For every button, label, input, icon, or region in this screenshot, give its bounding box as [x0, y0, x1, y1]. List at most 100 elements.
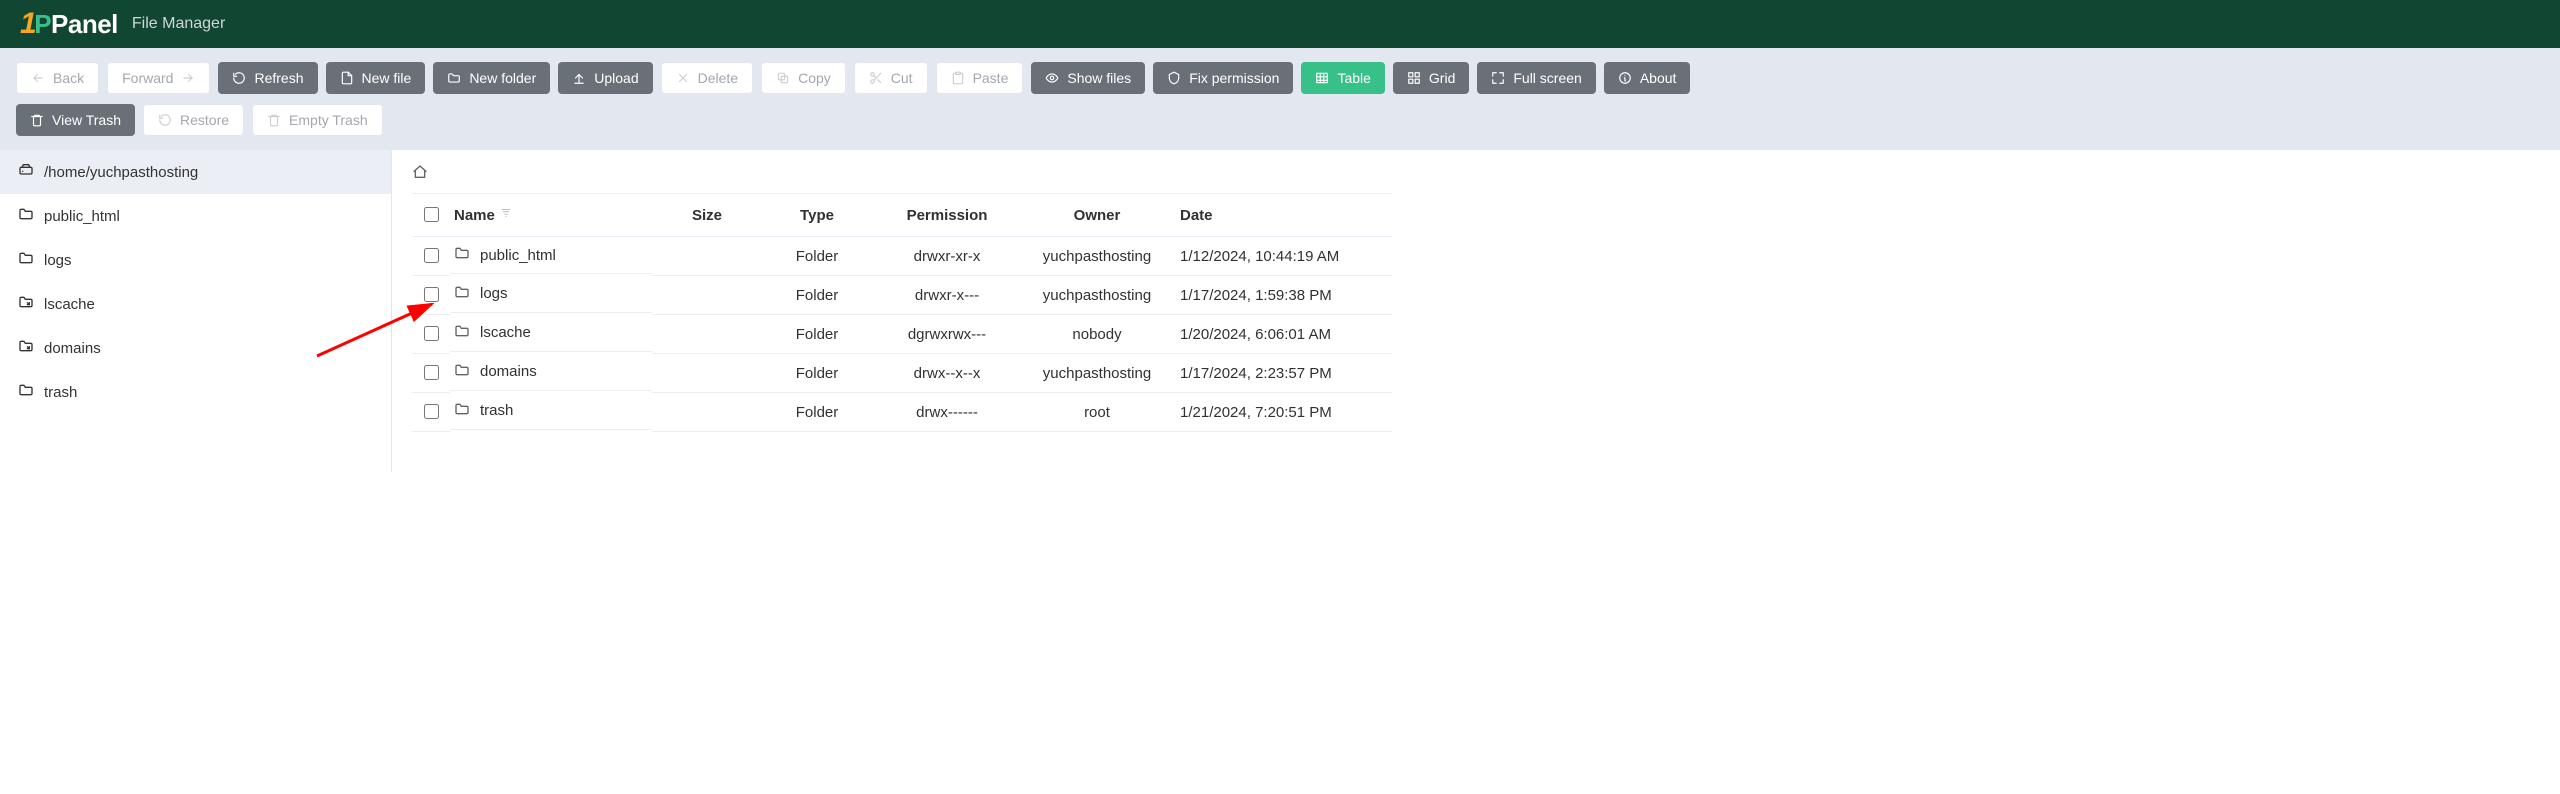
- col-name[interactable]: Name: [454, 207, 495, 224]
- delete-button[interactable]: Delete: [661, 62, 753, 94]
- col-date[interactable]: Date: [1180, 207, 1213, 224]
- breadcrumb[interactable]: [412, 150, 1392, 193]
- forward-label: Forward: [122, 70, 173, 86]
- new-folder-button[interactable]: New folder: [433, 62, 550, 94]
- col-size[interactable]: Size: [692, 207, 722, 224]
- delete-label: Delete: [698, 70, 738, 86]
- trash-icon: [267, 113, 281, 127]
- history-icon: [158, 113, 172, 127]
- shield-icon: [1167, 71, 1181, 85]
- paste-button[interactable]: Paste: [936, 62, 1024, 94]
- arrow-right-icon: [181, 71, 195, 85]
- folder-icon: [454, 362, 470, 382]
- scissors-icon: [869, 71, 883, 85]
- tree-item-domains[interactable]: domains: [0, 326, 391, 370]
- sort-icon[interactable]: [499, 207, 513, 224]
- clipboard-icon: [951, 71, 965, 85]
- empty-trash-label: Empty Trash: [289, 112, 368, 128]
- row-owner: yuchpasthosting: [1022, 237, 1172, 276]
- row-date: 1/20/2024, 6:06:01 AM: [1172, 315, 1392, 354]
- row-permission: dgrwxrwx---: [872, 315, 1022, 354]
- tree-item-public-html[interactable]: public_html: [0, 194, 391, 238]
- grid-view-label: Grid: [1429, 70, 1455, 86]
- row-date: 1/17/2024, 2:23:57 PM: [1172, 354, 1392, 393]
- row-name: lscache: [480, 324, 531, 341]
- folder-arrow-icon: [18, 338, 34, 358]
- row-name: public_html: [480, 247, 556, 264]
- copy-button[interactable]: Copy: [761, 62, 846, 94]
- file-table: Name Size Type Permission Owner Date pub…: [412, 193, 1392, 432]
- tree-root[interactable]: /home/yuchpasthosting: [0, 150, 391, 194]
- home-icon: [412, 167, 428, 183]
- table-icon: [1315, 71, 1329, 85]
- row-checkbox[interactable]: [424, 404, 439, 419]
- cut-button[interactable]: Cut: [854, 62, 928, 94]
- folder-icon: [454, 284, 470, 304]
- row-name: trash: [480, 402, 513, 419]
- row-checkbox[interactable]: [424, 326, 439, 341]
- back-button[interactable]: Back: [16, 62, 99, 94]
- row-name: logs: [480, 285, 508, 302]
- folder-icon: [454, 401, 470, 421]
- row-checkbox[interactable]: [424, 287, 439, 302]
- folder-icon: [18, 206, 34, 226]
- eye-icon: [1045, 71, 1059, 85]
- row-checkbox[interactable]: [424, 248, 439, 263]
- grid-view-button[interactable]: Grid: [1393, 62, 1469, 94]
- topbar: 1PPanel File Manager: [0, 0, 2560, 48]
- new-file-button[interactable]: New file: [326, 62, 426, 94]
- table-view-button[interactable]: Table: [1301, 62, 1384, 94]
- show-files-button[interactable]: Show files: [1031, 62, 1145, 94]
- info-icon: [1618, 71, 1632, 85]
- col-type[interactable]: Type: [800, 207, 834, 224]
- view-trash-label: View Trash: [52, 112, 121, 128]
- row-date: 1/21/2024, 7:20:51 PM: [1172, 393, 1392, 432]
- tree-item-logs[interactable]: logs: [0, 238, 391, 282]
- restore-label: Restore: [180, 112, 229, 128]
- row-owner: yuchpasthosting: [1022, 354, 1172, 393]
- refresh-button[interactable]: Refresh: [218, 62, 317, 94]
- row-type: Folder: [762, 393, 872, 432]
- view-trash-button[interactable]: View Trash: [16, 104, 135, 136]
- fullscreen-button[interactable]: Full screen: [1477, 62, 1595, 94]
- new-folder-label: New folder: [469, 70, 536, 86]
- tree-item-lscache[interactable]: lscache: [0, 282, 391, 326]
- grid-icon: [1407, 71, 1421, 85]
- table-row[interactable]: domainsFolderdrwx--x--xyuchpasthosting1/…: [412, 354, 1392, 393]
- table-row[interactable]: lscacheFolderdgrwxrwx---nobody1/20/2024,…: [412, 315, 1392, 354]
- empty-trash-button[interactable]: Empty Trash: [252, 104, 383, 136]
- row-type: Folder: [762, 315, 872, 354]
- upload-button[interactable]: Upload: [558, 62, 652, 94]
- forward-button[interactable]: Forward: [107, 62, 210, 94]
- select-all-checkbox[interactable]: [424, 207, 439, 222]
- toolbar: Back Forward Refresh New file New folder…: [0, 48, 2560, 150]
- table-row[interactable]: public_htmlFolderdrwxr-xr-xyuchpasthosti…: [412, 237, 1392, 276]
- table-row[interactable]: trashFolderdrwx------root1/21/2024, 7:20…: [412, 393, 1392, 432]
- disk-icon: [18, 162, 34, 182]
- back-label: Back: [53, 70, 84, 86]
- tree-item-trash[interactable]: trash: [0, 370, 391, 414]
- copy-icon: [776, 71, 790, 85]
- upload-icon: [572, 71, 586, 85]
- fullscreen-label: Full screen: [1513, 70, 1581, 86]
- row-size: [652, 354, 762, 393]
- col-owner[interactable]: Owner: [1074, 207, 1121, 224]
- tree-item-label: logs: [44, 252, 72, 269]
- tree-item-label: lscache: [44, 296, 95, 313]
- fullscreen-icon: [1491, 71, 1505, 85]
- app-logo: 1PPanel: [20, 7, 118, 41]
- folder-icon: [454, 323, 470, 343]
- table-row[interactable]: logsFolderdrwxr-x---yuchpasthosting1/17/…: [412, 276, 1392, 315]
- folder-icon: [454, 245, 470, 265]
- fix-permission-button[interactable]: Fix permission: [1153, 62, 1293, 94]
- row-owner: root: [1022, 393, 1172, 432]
- col-permission[interactable]: Permission: [907, 207, 988, 224]
- row-checkbox[interactable]: [424, 365, 439, 380]
- about-button[interactable]: About: [1604, 62, 1691, 94]
- folder-tree: /home/yuchpasthosting public_html logs l…: [0, 150, 392, 472]
- file-listing: Name Size Type Permission Owner Date pub…: [392, 150, 1412, 472]
- restore-button[interactable]: Restore: [143, 104, 244, 136]
- row-name: domains: [480, 363, 537, 380]
- show-files-label: Show files: [1067, 70, 1131, 86]
- folder-icon: [18, 382, 34, 402]
